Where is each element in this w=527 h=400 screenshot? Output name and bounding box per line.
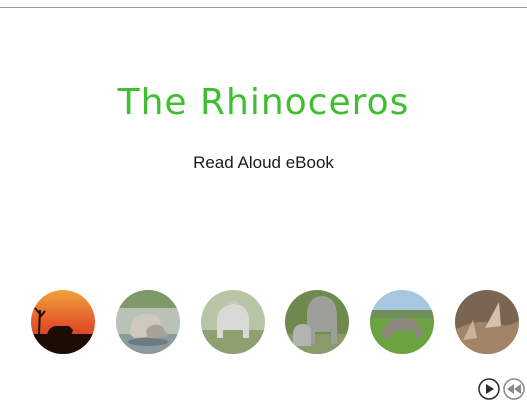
rewind-button[interactable] xyxy=(503,378,525,400)
ebook-cover-page: The Rhinoceros Read Aloud eBook xyxy=(0,0,527,400)
book-title: The Rhinoceros xyxy=(117,82,410,123)
rhino-horns-closeup-photo xyxy=(455,290,519,354)
rhino-sunset-photo xyxy=(31,290,95,354)
book-subtitle: Read Aloud eBook xyxy=(193,153,334,172)
mother-and-calf-photo xyxy=(285,290,349,354)
grazing-rhino-photo xyxy=(370,290,434,354)
white-rhino-photo xyxy=(201,290,265,354)
rewind-icon xyxy=(503,378,525,400)
play-icon xyxy=(478,378,500,400)
play-button[interactable] xyxy=(478,378,500,400)
rhinos-at-waterhole-photo xyxy=(116,290,180,354)
top-divider xyxy=(0,7,527,8)
photo-strip xyxy=(0,290,527,358)
